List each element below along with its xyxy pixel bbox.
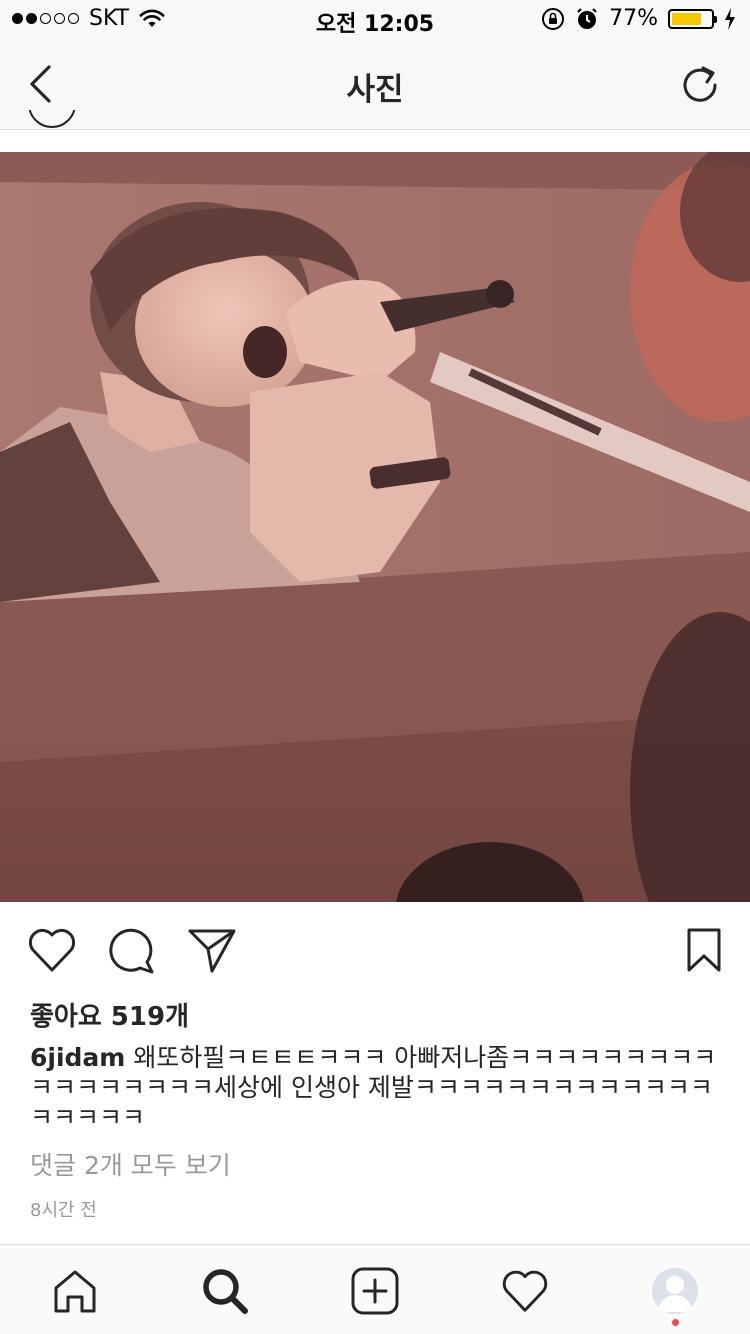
rotation-lock-icon xyxy=(542,7,565,30)
heart-icon xyxy=(28,928,76,972)
caption-text: 왜또하필ㅋㅌㅌㅌㅋㅋㅋ 아빠저나좀ㅋㅋㅋㅋㅋㅋㅋㅋㅋㅋㅋㅋㅋㅋㅋㅋㅋ세상에 인생… xyxy=(30,1043,717,1132)
like-count[interactable]: 좋아요 519개 xyxy=(30,996,189,1033)
post-photo[interactable] xyxy=(0,152,750,902)
concert-screen-photo xyxy=(0,152,750,902)
profile-avatar xyxy=(652,1268,698,1314)
home-icon xyxy=(54,1270,96,1313)
tab-bar xyxy=(0,1244,750,1334)
nav-bar: 사진 xyxy=(0,40,750,130)
tab-profile[interactable] xyxy=(647,1263,703,1319)
like-button[interactable] xyxy=(24,922,80,978)
post-author-avatar[interactable] xyxy=(28,110,76,130)
activity-icon xyxy=(502,1270,548,1312)
post-timestamp: 8시간 전 xyxy=(30,1200,97,1221)
status-bar: SKT 오전 12:05 77% xyxy=(0,0,750,40)
battery-icon xyxy=(668,8,717,29)
alarm-icon xyxy=(577,7,597,29)
refresh-icon xyxy=(683,66,717,102)
post-actions xyxy=(0,922,750,982)
page-title: 사진 xyxy=(346,72,404,108)
notification-dot xyxy=(672,1319,679,1326)
add-icon xyxy=(351,1267,399,1315)
bookmark-icon xyxy=(687,928,721,972)
default-avatar-icon xyxy=(658,1276,692,1312)
tab-home[interactable] xyxy=(47,1263,103,1319)
caption-username[interactable]: 6jidam xyxy=(30,1043,125,1072)
save-button[interactable] xyxy=(676,922,732,978)
tab-search[interactable] xyxy=(197,1263,253,1319)
search-icon xyxy=(203,1269,248,1314)
view-all-comments-link[interactable]: 댓글 2개 모두 보기 xyxy=(30,1146,231,1182)
battery-percent: 77% xyxy=(609,6,658,31)
refresh-button[interactable] xyxy=(676,60,724,108)
comment-icon xyxy=(109,928,154,974)
share-button[interactable] xyxy=(184,922,240,978)
tab-new-post[interactable] xyxy=(347,1263,403,1319)
status-bar-right: 77% xyxy=(541,6,736,31)
post-caption: 6jidam 왜또하필ㅋㅌㅌㅌㅋㅋㅋ 아빠저나좀ㅋㅋㅋㅋㅋㅋㅋㅋㅋㅋㅋㅋㅋㅋㅋㅋㅋ… xyxy=(30,1043,730,1133)
charging-bolt-icon xyxy=(725,7,735,30)
comment-button[interactable] xyxy=(104,922,160,978)
battery-fill xyxy=(672,12,702,25)
tab-activity[interactable] xyxy=(497,1263,553,1319)
send-icon xyxy=(188,929,236,973)
